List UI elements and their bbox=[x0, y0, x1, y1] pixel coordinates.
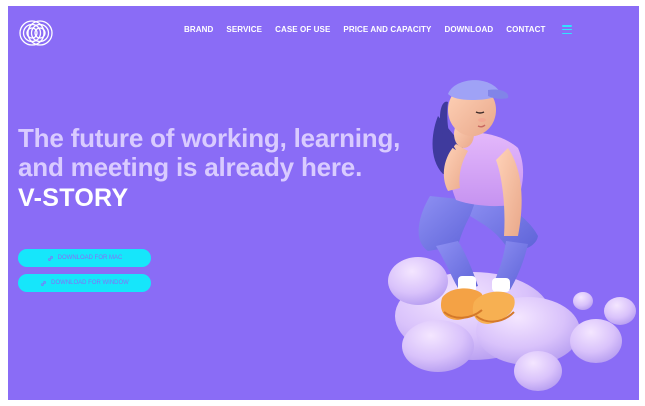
link-icon bbox=[47, 255, 53, 261]
nav-price-and-capacity[interactable]: PRICE AND CAPACITY bbox=[343, 25, 431, 34]
hero-headline-line-2: and meeting is already here. bbox=[18, 152, 363, 182]
link-icon bbox=[41, 280, 47, 286]
nav-case-of-use[interactable]: CASE OF USE bbox=[275, 25, 330, 34]
download-window-label: DOWNLOAD FOR WINDOW bbox=[51, 280, 129, 286]
download-mac-label: DOWNLOAD FOR MAC bbox=[57, 255, 123, 261]
shoes bbox=[440, 288, 515, 324]
nav-download[interactable]: DOWNLOAD bbox=[444, 25, 493, 34]
logo-icon[interactable] bbox=[18, 15, 54, 51]
nav-contact[interactable]: CONTACT bbox=[506, 25, 545, 34]
hero-headline-line-1: The future of working, learning, bbox=[18, 123, 401, 153]
hamburger-menu-icon[interactable] bbox=[562, 25, 573, 34]
main-nav: BRAND SERVICE CASE OF USE PRICE AND CAPA… bbox=[184, 25, 573, 34]
nav-brand[interactable]: BRAND bbox=[184, 25, 213, 34]
download-window-button[interactable]: DOWNLOAD FOR WINDOW bbox=[18, 274, 151, 292]
hero-section: BRAND SERVICE CASE OF USE PRICE AND CAPA… bbox=[8, 6, 639, 400]
brand-title: V-STORY bbox=[18, 184, 129, 212]
download-mac-button[interactable]: DOWNLOAD FOR MAC bbox=[18, 249, 151, 267]
nav-service[interactable]: SERVICE bbox=[226, 25, 262, 34]
hero-illustration bbox=[388, 80, 636, 391]
